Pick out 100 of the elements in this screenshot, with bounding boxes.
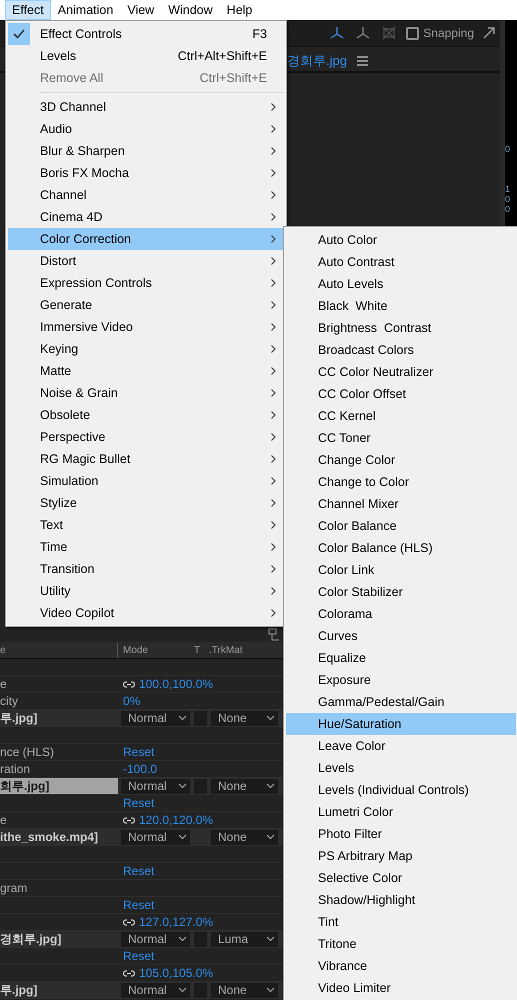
layer-name[interactable]: 경회루.jpg] bbox=[0, 931, 62, 947]
menu-item[interactable]: Immersive Video bbox=[8, 316, 284, 338]
track-matte-dropdown[interactable]: None bbox=[211, 778, 278, 794]
menu-item[interactable]: Shadow/Highlight bbox=[286, 889, 516, 911]
menu-item[interactable]: Color Balance (HLS) bbox=[286, 537, 516, 559]
menu-item[interactable]: Transition bbox=[8, 558, 284, 580]
menu-item[interactable]: Generate bbox=[8, 294, 284, 316]
chevron-right-icon bbox=[271, 191, 276, 199]
menu-item[interactable]: Selective Color bbox=[286, 867, 516, 889]
property-value[interactable]: 100.0,100.0% bbox=[139, 675, 214, 693]
menu-title[interactable]: Animation bbox=[50, 0, 120, 20]
menu-title[interactable]: Window bbox=[161, 0, 220, 20]
menu-item[interactable]: Auto Color bbox=[286, 229, 516, 251]
menu-item[interactable]: Audio bbox=[8, 118, 284, 140]
menu-item[interactable]: CC Toner bbox=[286, 427, 516, 449]
chevron-right-icon bbox=[271, 455, 276, 463]
menu-item[interactable]: Broadcast Colors bbox=[286, 339, 516, 361]
chevron-right-icon bbox=[271, 565, 276, 573]
menu-item[interactable]: PS Arbitrary Map bbox=[286, 845, 516, 867]
menu-item[interactable]: Keying bbox=[8, 338, 284, 360]
menu-item[interactable]: CC Color Neutralizer bbox=[286, 361, 516, 383]
layer-name[interactable]: ithe_smoke.mp4] bbox=[0, 829, 98, 845]
menu-item[interactable]: Equalize bbox=[286, 647, 516, 669]
property-value[interactable]: 0% bbox=[123, 692, 140, 710]
property-value[interactable]: Reset bbox=[123, 896, 154, 914]
menu-item[interactable]: Text bbox=[8, 514, 284, 536]
menu-item[interactable]: Lumetri Color bbox=[286, 801, 516, 823]
tab-title[interactable]: 경회루.jpg bbox=[287, 51, 347, 71]
menu-item[interactable]: Video Copilot bbox=[8, 602, 284, 624]
property-value[interactable]: Reset bbox=[123, 947, 154, 965]
menu-item[interactable]: Effect Controls F3 bbox=[34, 23, 284, 45]
menu-item[interactable]: Expression Controls bbox=[8, 272, 284, 294]
menu-item[interactable]: Noise & Grain bbox=[8, 382, 284, 404]
menu-item[interactable]: Change Color bbox=[286, 449, 516, 471]
chevron-right-icon bbox=[271, 147, 276, 155]
menu-item[interactable]: Levels bbox=[286, 757, 516, 779]
dropdown-icon bbox=[266, 936, 275, 942]
menu-title[interactable]: Effect bbox=[5, 0, 51, 20]
menu-item[interactable]: Matte bbox=[8, 360, 284, 382]
menu-item[interactable]: Stylize bbox=[8, 492, 284, 514]
layer-name[interactable]: 루.jpg] bbox=[0, 982, 38, 998]
menu-item[interactable]: 3D Channel bbox=[8, 96, 284, 118]
menu-item[interactable]: Auto Contrast bbox=[286, 251, 516, 273]
menu-item[interactable]: Gamma/Pedestal/Gain bbox=[286, 691, 516, 713]
menu-item[interactable]: Blur & Sharpen bbox=[8, 140, 284, 162]
layer-name[interactable]: 루.jpg] bbox=[0, 710, 38, 726]
menu-item[interactable]: Photo Filter bbox=[286, 823, 516, 845]
mode-dropdown[interactable]: Normal bbox=[121, 710, 190, 726]
menu-item[interactable]: Color Correction bbox=[8, 228, 284, 250]
menu-item[interactable]: Simulation bbox=[8, 470, 284, 492]
menu-item[interactable]: Hue/Saturation bbox=[286, 713, 516, 735]
property-value[interactable]: -100.0 bbox=[123, 760, 158, 778]
menu-item[interactable]: CC Kernel bbox=[286, 405, 516, 427]
menu-item[interactable]: Black White bbox=[286, 295, 516, 317]
menu-item[interactable]: Color Stabilizer bbox=[286, 581, 516, 603]
property-value[interactable]: Reset bbox=[123, 794, 154, 812]
menu-item[interactable]: Cinema 4D bbox=[8, 206, 284, 228]
menu-item[interactable]: Color Balance bbox=[286, 515, 516, 537]
menu-item[interactable]: Levels (Individual Controls) bbox=[286, 779, 516, 801]
menu-item[interactable]: Colorama bbox=[286, 603, 516, 625]
menu-item[interactable]: Color Link bbox=[286, 559, 516, 581]
menu-item[interactable]: Exposure bbox=[286, 669, 516, 691]
track-matte-dropdown[interactable]: None bbox=[211, 830, 278, 844]
mode-dropdown[interactable]: Normal bbox=[121, 830, 190, 844]
menu-title[interactable]: View bbox=[120, 0, 162, 20]
property-value[interactable]: 120.0,120.0% bbox=[139, 811, 214, 829]
menu-item[interactable]: Curves bbox=[286, 625, 516, 647]
chevron-right-icon bbox=[271, 169, 276, 177]
menu-item[interactable]: Tritone bbox=[286, 933, 516, 955]
mode-dropdown[interactable]: Normal bbox=[121, 778, 190, 794]
property-value[interactable]: Reset bbox=[123, 743, 154, 761]
property-value[interactable]: 105.0,105.0% bbox=[139, 964, 214, 982]
menu-item[interactable]: CC Color Offset bbox=[286, 383, 516, 405]
property-value[interactable]: Reset bbox=[123, 862, 154, 880]
menu-item[interactable]: Video Limiter bbox=[286, 977, 516, 999]
menu-item[interactable]: Vibrance bbox=[286, 955, 516, 977]
track-matte-dropdown[interactable]: None bbox=[211, 982, 278, 998]
snapping-checkbox[interactable]: Snapping bbox=[406, 24, 474, 42]
menu-item[interactable]: Change to Color bbox=[286, 471, 516, 493]
menu-item[interactable]: Utility bbox=[8, 580, 284, 602]
menu-item[interactable]: Boris FX Mocha bbox=[8, 162, 284, 184]
menu-item[interactable]: RG Magic Bullet bbox=[8, 448, 284, 470]
menu-item[interactable]: Auto Levels bbox=[286, 273, 516, 295]
layer-name[interactable]: 회루.jpg] bbox=[0, 778, 118, 794]
menu-item[interactable]: Perspective bbox=[8, 426, 284, 448]
mode-dropdown[interactable]: Normal bbox=[121, 982, 190, 998]
menu-item[interactable]: Time bbox=[8, 536, 284, 558]
menu-item[interactable]: Leave Color bbox=[286, 735, 516, 757]
menu-title[interactable]: Help bbox=[220, 0, 260, 20]
menu-item[interactable]: Brightness Contrast bbox=[286, 317, 516, 339]
mode-dropdown[interactable]: Normal bbox=[121, 932, 190, 946]
menu-item[interactable]: Channel Mixer bbox=[286, 493, 516, 515]
property-value[interactable]: 127.0,127.0% bbox=[139, 913, 214, 931]
menu-item[interactable]: Distort bbox=[8, 250, 284, 272]
menu-item[interactable]: Obsolete bbox=[8, 404, 284, 426]
menu-item[interactable]: Levels Ctrl+Alt+Shift+E bbox=[8, 45, 284, 67]
track-matte-dropdown[interactable]: None bbox=[211, 710, 278, 726]
menu-item[interactable]: Tint bbox=[286, 911, 516, 933]
menu-item[interactable]: Channel bbox=[8, 184, 284, 206]
track-matte-dropdown[interactable]: Luma bbox=[211, 932, 278, 946]
